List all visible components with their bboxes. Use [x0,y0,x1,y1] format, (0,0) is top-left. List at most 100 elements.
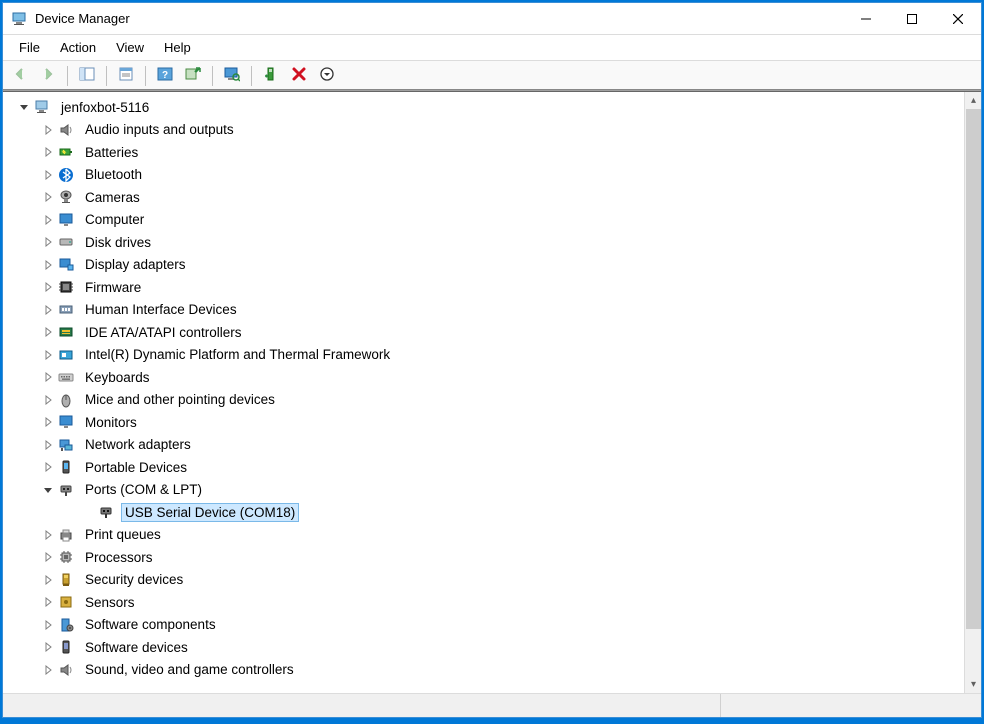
tree-node-cat-5[interactable]: Disk drives [3,231,964,254]
expander-icon[interactable] [41,370,55,384]
tree-node-child-16-0[interactable]: USB Serial Device (COM18) [3,501,964,524]
close-button[interactable] [935,4,981,34]
tree-node-cat-13[interactable]: Monitors [3,411,964,434]
tree-node-label: Display adapters [81,255,190,274]
menu-action[interactable]: Action [50,37,106,58]
tree-node-label: Batteries [81,143,142,162]
expander-icon[interactable] [41,190,55,204]
tree-node-cat-23[interactable]: Sound, video and game controllers [3,659,964,682]
uninstall-button[interactable] [286,64,312,88]
software-comp-icon [57,617,75,633]
update-driver-button[interactable] [180,64,206,88]
vertical-scrollbar[interactable]: ▴ ▾ [964,92,981,693]
monitor-icon [57,414,75,430]
expander-icon[interactable] [41,258,55,272]
expander-icon[interactable] [41,573,55,587]
help-button[interactable]: ? [152,64,178,88]
expander-icon[interactable] [41,168,55,182]
tree-node-label: Ports (COM & LPT) [81,480,206,499]
port-icon [57,482,75,498]
expander-icon[interactable] [41,640,55,654]
tree-node-cat-6[interactable]: Display adapters [3,254,964,277]
device-tree[interactable]: jenfoxbot-5116Audio inputs and outputsBa… [3,92,964,693]
tree-node-root[interactable]: jenfoxbot-5116 [3,96,964,119]
tree-node-label: Software components [81,615,220,634]
minimize-button[interactable] [843,4,889,34]
enable-disable-button[interactable] [314,64,340,88]
portable-icon [57,459,75,475]
tree-node-cat-3[interactable]: Cameras [3,186,964,209]
scan-hardware-button[interactable] [219,64,245,88]
computer-root-icon [33,99,51,115]
bluetooth-icon [57,167,75,183]
expander-icon[interactable] [41,145,55,159]
menu-file[interactable]: File [9,37,50,58]
properties-button[interactable] [113,64,139,88]
tree-node-cat-18[interactable]: Processors [3,546,964,569]
disk-icon [57,234,75,250]
menu-help[interactable]: Help [154,37,201,58]
display-adapter-icon [57,257,75,273]
sensor-icon [57,594,75,610]
expander-icon[interactable] [41,303,55,317]
expander-icon[interactable] [41,460,55,474]
tree-node-cat-9[interactable]: IDE ATA/ATAPI controllers [3,321,964,344]
tree-node-cat-15[interactable]: Portable Devices [3,456,964,479]
tree-node-cat-14[interactable]: Network adapters [3,434,964,457]
tree-node-cat-16[interactable]: Ports (COM & LPT) [3,479,964,502]
tree-node-cat-4[interactable]: Computer [3,209,964,232]
tree-node-label: Software devices [81,638,192,657]
port-sub-icon [97,504,115,520]
expander-icon[interactable] [41,438,55,452]
monitor-scan-icon [224,66,240,85]
tree-node-cat-7[interactable]: Firmware [3,276,964,299]
pane-tree-icon [79,66,95,85]
back-button [7,64,33,88]
scroll-up[interactable]: ▴ [965,92,981,109]
expander-icon[interactable] [41,415,55,429]
scroll-down[interactable]: ▾ [965,676,981,693]
expander-icon[interactable] [41,663,55,677]
toolbar: ? [3,61,981,91]
maximize-button[interactable] [889,4,935,34]
properties-icon [118,66,134,85]
tree-node-cat-22[interactable]: Software devices [3,636,964,659]
expander-icon[interactable] [41,618,55,632]
tree-node-cat-20[interactable]: Sensors [3,591,964,614]
expander-icon[interactable] [81,505,95,519]
tree-node-cat-10[interactable]: Intel(R) Dynamic Platform and Thermal Fr… [3,344,964,367]
tree-node-cat-2[interactable]: Bluetooth [3,164,964,187]
tree-node-cat-1[interactable]: Batteries [3,141,964,164]
show-hide-tree-button[interactable] [74,64,100,88]
tree-node-cat-12[interactable]: Mice and other pointing devices [3,389,964,412]
expander-icon[interactable] [41,348,55,362]
tree-node-cat-8[interactable]: Human Interface Devices [3,299,964,322]
expander-icon[interactable] [17,100,31,114]
tree-node-label: Keyboards [81,368,154,387]
tree-node-cat-17[interactable]: Print queues [3,524,964,547]
scroll-thumb[interactable] [966,109,981,629]
expander-icon[interactable] [41,550,55,564]
expander-icon[interactable] [41,213,55,227]
expander-icon[interactable] [41,483,55,497]
expander-icon[interactable] [41,393,55,407]
tree-node-label: Cameras [81,188,144,207]
tree-node-label: USB Serial Device (COM18) [121,503,299,522]
expander-icon[interactable] [41,595,55,609]
tree-node-label: Network adapters [81,435,195,454]
expander-icon[interactable] [41,528,55,542]
add-driver-button[interactable] [258,64,284,88]
tree-node-cat-19[interactable]: Security devices [3,569,964,592]
menu-view[interactable]: View [106,37,154,58]
expander-icon[interactable] [41,280,55,294]
expander-icon[interactable] [41,235,55,249]
arrow-left-icon [12,66,28,85]
expander-icon[interactable] [41,123,55,137]
tree-node-cat-11[interactable]: Keyboards [3,366,964,389]
software-dev-icon [57,639,75,655]
uninstall-x-icon [291,66,307,85]
tree-node-label: Intel(R) Dynamic Platform and Thermal Fr… [81,345,394,364]
expander-icon[interactable] [41,325,55,339]
tree-node-cat-21[interactable]: Software components [3,614,964,637]
tree-node-cat-0[interactable]: Audio inputs and outputs [3,119,964,142]
